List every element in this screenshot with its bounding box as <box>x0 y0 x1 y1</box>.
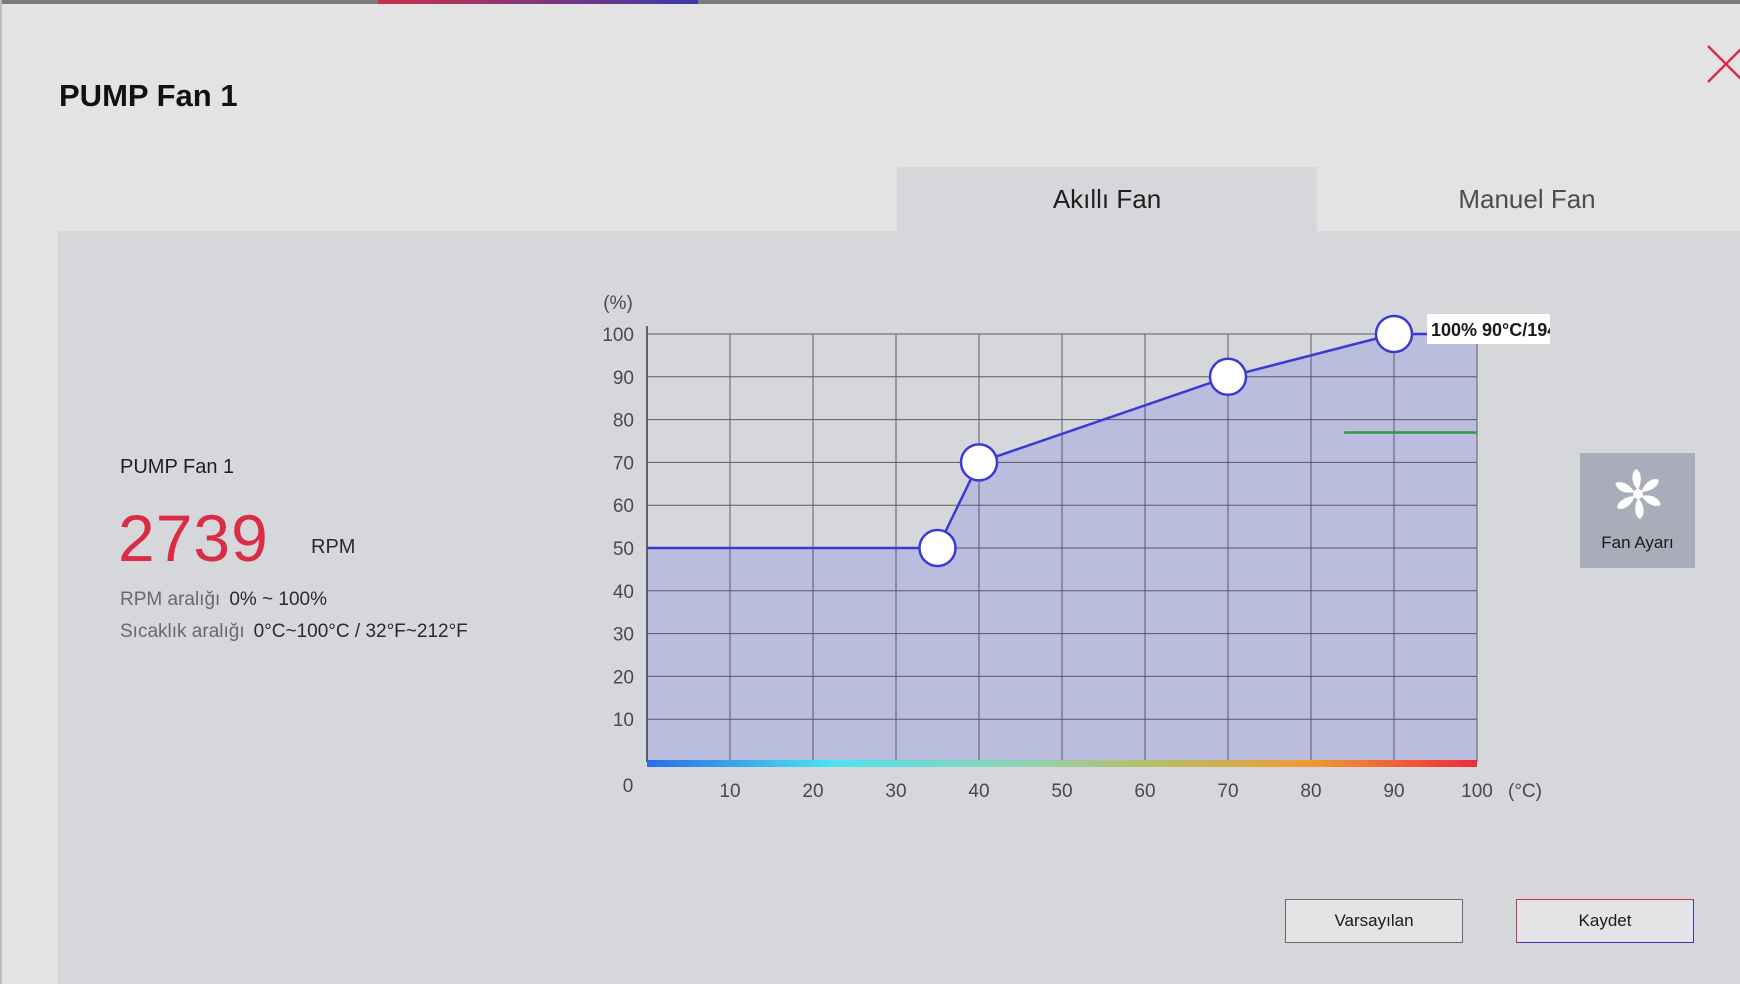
curve-control-point[interactable] <box>918 528 957 568</box>
y-tick-label: 20 <box>613 667 634 688</box>
x-tick-label: 80 <box>1300 781 1321 802</box>
rpm-value: 2739 <box>118 501 269 575</box>
x-tick-label: 70 <box>1217 781 1238 802</box>
x-tick-label: 20 <box>802 781 823 802</box>
close-icon <box>1707 45 1740 83</box>
rpm-unit: RPM <box>311 536 356 558</box>
page-title: PUMP Fan 1 <box>59 78 238 113</box>
x-tick-label: 50 <box>1051 781 1072 802</box>
temp-range-label: Sıcaklık aralığı <box>120 621 245 642</box>
point-annotation: 100% 90°C/194°F <box>1431 320 1550 340</box>
y-tick-label: 50 <box>613 539 634 560</box>
curve-control-point[interactable] <box>1374 314 1414 354</box>
close-button[interactable] <box>1706 40 1740 88</box>
curve-control-point[interactable] <box>1208 357 1248 397</box>
temp-range-row: Sıcaklık aralığı 0°C~100°C / 32°F~212°F <box>120 621 468 643</box>
y-tick-label: 60 <box>613 496 634 517</box>
default-button[interactable]: Varsayılan <box>1285 899 1463 943</box>
x-tick-label: 100 <box>1461 781 1493 802</box>
tab-smart-fan[interactable]: Akıllı Fan <box>897 167 1317 231</box>
y-tick-label: 10 <box>613 710 634 731</box>
y-tick-label: 70 <box>613 453 634 474</box>
y-tick-label: 80 <box>613 411 634 432</box>
x-tick-label: 60 <box>1134 781 1155 802</box>
curve-control-point[interactable] <box>959 443 999 482</box>
rpm-range-value: 0% ~ 100% <box>229 589 328 610</box>
fan-icon <box>1615 469 1661 519</box>
x-tick-label: 30 <box>885 781 906 802</box>
window-accent-bar <box>378 0 698 4</box>
temperature-gradient-bar <box>647 760 1477 767</box>
x-tick-label: 90 <box>1383 781 1404 802</box>
x-tick-label: 10 <box>719 781 740 802</box>
tab-manual-fan[interactable]: Manuel Fan <box>1317 167 1737 231</box>
y-unit-label: (%) <box>603 293 633 314</box>
fan-settings-button[interactable]: Fan Ayarı <box>1580 453 1695 568</box>
temp-range-value: 0°C~100°C / 32°F~212°F <box>253 621 468 642</box>
x-unit-label: (°C) <box>1508 781 1542 802</box>
fan-name-label: PUMP Fan 1 <box>120 456 235 478</box>
y-tick-label: 90 <box>613 368 634 389</box>
save-button[interactable]: Kaydet <box>1516 899 1694 943</box>
window-left-border <box>0 0 2 984</box>
y-tick-label: 100 <box>602 325 634 346</box>
origin-tick-label: 0 <box>623 776 634 797</box>
x-tick-label: 40 <box>968 781 989 802</box>
y-tick-label: 30 <box>613 625 634 646</box>
window-top-bar <box>0 0 1740 4</box>
rpm-range-row: RPM aralığı 0% ~ 100% <box>120 589 327 611</box>
fan-curve-chart[interactable]: 100 90 80 70 60 50 40 30 20 10 10 20 30 40 50 60 70 80 90 1… <box>590 280 1550 820</box>
y-tick-label: 40 <box>613 582 634 603</box>
fan-settings-label: Fan Ayarı <box>1601 533 1674 552</box>
rpm-range-label: RPM aralığı <box>120 589 221 610</box>
